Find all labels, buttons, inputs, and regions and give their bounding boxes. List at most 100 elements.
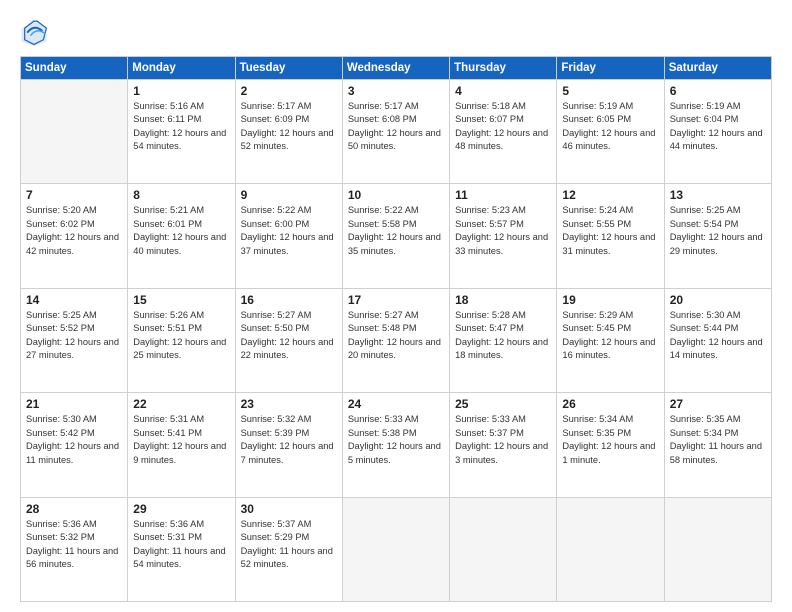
day-number: 28: [26, 502, 122, 516]
day-number: 5: [562, 84, 658, 98]
day-cell: 14 Sunrise: 5:25 AM Sunset: 5:52 PM Dayli…: [21, 288, 128, 392]
day-cell: [557, 497, 664, 601]
day-number: 9: [241, 188, 337, 202]
day-info: Sunrise: 5:31 AM Sunset: 5:41 PM Dayligh…: [133, 413, 229, 467]
day-cell: 11 Sunrise: 5:23 AM Sunset: 5:57 PM Dayli…: [450, 184, 557, 288]
day-number: 12: [562, 188, 658, 202]
day-number: 14: [26, 293, 122, 307]
day-cell: 19 Sunrise: 5:29 AM Sunset: 5:45 PM Dayli…: [557, 288, 664, 392]
day-cell: 29 Sunrise: 5:36 AM Sunset: 5:31 PM Dayli…: [128, 497, 235, 601]
day-number: 17: [348, 293, 444, 307]
day-number: 13: [670, 188, 766, 202]
day-info: Sunrise: 5:33 AM Sunset: 5:37 PM Dayligh…: [455, 413, 551, 467]
logo-icon: [20, 18, 48, 46]
day-cell: 16 Sunrise: 5:27 AM Sunset: 5:50 PM Dayli…: [235, 288, 342, 392]
day-info: Sunrise: 5:27 AM Sunset: 5:48 PM Dayligh…: [348, 309, 444, 363]
day-number: 20: [670, 293, 766, 307]
day-cell: 18 Sunrise: 5:28 AM Sunset: 5:47 PM Dayli…: [450, 288, 557, 392]
day-cell: 7 Sunrise: 5:20 AM Sunset: 6:02 PM Daylig…: [21, 184, 128, 288]
day-info: Sunrise: 5:22 AM Sunset: 6:00 PM Dayligh…: [241, 204, 337, 258]
day-info: Sunrise: 5:36 AM Sunset: 5:32 PM Dayligh…: [26, 518, 122, 572]
day-info: Sunrise: 5:32 AM Sunset: 5:39 PM Dayligh…: [241, 413, 337, 467]
day-cell: 3Sunrise: 5:17 AM Sunset: 6:08 PM Daylig…: [342, 80, 449, 184]
weekday-header-thursday: Thursday: [450, 57, 557, 80]
day-cell: 23 Sunrise: 5:32 AM Sunset: 5:39 PM Dayli…: [235, 393, 342, 497]
header: [20, 18, 772, 46]
day-cell: 12 Sunrise: 5:24 AM Sunset: 5:55 PM Dayli…: [557, 184, 664, 288]
day-cell: 1 Sunrise: 5:16 AM Sunset: 6:11 PM Daylig…: [128, 80, 235, 184]
day-number: 16: [241, 293, 337, 307]
day-cell: 27Sunrise: 5:35 AM Sunset: 5:34 PM Dayli…: [664, 393, 771, 497]
weekday-header-row: SundayMondayTuesdayWednesdayThursdayFrid…: [21, 57, 772, 80]
day-info: Sunrise: 5:16 AM Sunset: 6:11 PM Dayligh…: [133, 100, 229, 154]
day-number: 4: [455, 84, 551, 98]
day-cell: 17 Sunrise: 5:27 AM Sunset: 5:48 PM Dayli…: [342, 288, 449, 392]
day-info: Sunrise: 5:29 AM Sunset: 5:45 PM Dayligh…: [562, 309, 658, 363]
week-row-4: 28 Sunrise: 5:36 AM Sunset: 5:32 PM Dayli…: [21, 497, 772, 601]
day-info: Sunrise: 5:36 AM Sunset: 5:31 PM Dayligh…: [133, 518, 229, 572]
day-number: 21: [26, 397, 122, 411]
day-info: Sunrise: 5:26 AM Sunset: 5:51 PM Dayligh…: [133, 309, 229, 363]
day-cell: 24Sunrise: 5:33 AM Sunset: 5:38 PM Dayli…: [342, 393, 449, 497]
week-row-1: 7 Sunrise: 5:20 AM Sunset: 6:02 PM Daylig…: [21, 184, 772, 288]
day-number: 23: [241, 397, 337, 411]
day-info: Sunrise: 5:25 AM Sunset: 5:54 PM Dayligh…: [670, 204, 766, 258]
weekday-header-wednesday: Wednesday: [342, 57, 449, 80]
day-cell: 13 Sunrise: 5:25 AM Sunset: 5:54 PM Dayli…: [664, 184, 771, 288]
weekday-header-monday: Monday: [128, 57, 235, 80]
day-cell: 2 Sunrise: 5:17 AM Sunset: 6:09 PM Daylig…: [235, 80, 342, 184]
day-info: Sunrise: 5:28 AM Sunset: 5:47 PM Dayligh…: [455, 309, 551, 363]
day-number: 29: [133, 502, 229, 516]
day-cell: 6 Sunrise: 5:19 AM Sunset: 6:04 PM Daylig…: [664, 80, 771, 184]
day-info: Sunrise: 5:20 AM Sunset: 6:02 PM Dayligh…: [26, 204, 122, 258]
day-number: 25: [455, 397, 551, 411]
day-info: Sunrise: 5:34 AM Sunset: 5:35 PM Dayligh…: [562, 413, 658, 467]
day-info: Sunrise: 5:30 AM Sunset: 5:42 PM Dayligh…: [26, 413, 122, 467]
day-cell: 10 Sunrise: 5:22 AM Sunset: 5:58 PM Dayli…: [342, 184, 449, 288]
day-number: 2: [241, 84, 337, 98]
day-info: Sunrise: 5:17 AM Sunset: 6:09 PM Dayligh…: [241, 100, 337, 154]
week-row-2: 14 Sunrise: 5:25 AM Sunset: 5:52 PM Dayli…: [21, 288, 772, 392]
day-number: 18: [455, 293, 551, 307]
day-cell: [21, 80, 128, 184]
day-number: 22: [133, 397, 229, 411]
day-cell: [450, 497, 557, 601]
day-info: Sunrise: 5:17 AM Sunset: 6:08 PM Dayligh…: [348, 100, 444, 154]
day-number: 1: [133, 84, 229, 98]
day-info: Sunrise: 5:30 AM Sunset: 5:44 PM Dayligh…: [670, 309, 766, 363]
day-info: Sunrise: 5:19 AM Sunset: 6:04 PM Dayligh…: [670, 100, 766, 154]
logo: [20, 18, 52, 46]
day-cell: 25 Sunrise: 5:33 AM Sunset: 5:37 PM Dayli…: [450, 393, 557, 497]
week-row-3: 21 Sunrise: 5:30 AM Sunset: 5:42 PM Dayli…: [21, 393, 772, 497]
day-info: Sunrise: 5:33 AM Sunset: 5:38 PM Dayligh…: [348, 413, 444, 467]
day-number: 11: [455, 188, 551, 202]
day-info: Sunrise: 5:21 AM Sunset: 6:01 PM Dayligh…: [133, 204, 229, 258]
day-cell: 9 Sunrise: 5:22 AM Sunset: 6:00 PM Daylig…: [235, 184, 342, 288]
calendar: SundayMondayTuesdayWednesdayThursdayFrid…: [20, 56, 772, 602]
day-cell: 21 Sunrise: 5:30 AM Sunset: 5:42 PM Dayli…: [21, 393, 128, 497]
day-cell: 28 Sunrise: 5:36 AM Sunset: 5:32 PM Dayli…: [21, 497, 128, 601]
day-number: 7: [26, 188, 122, 202]
day-cell: 26 Sunrise: 5:34 AM Sunset: 5:35 PM Dayli…: [557, 393, 664, 497]
day-number: 10: [348, 188, 444, 202]
day-info: Sunrise: 5:35 AM Sunset: 5:34 PM Dayligh…: [670, 413, 766, 467]
day-info: Sunrise: 5:19 AM Sunset: 6:05 PM Dayligh…: [562, 100, 658, 154]
day-number: 30: [241, 502, 337, 516]
day-cell: 5 Sunrise: 5:19 AM Sunset: 6:05 PM Daylig…: [557, 80, 664, 184]
day-cell: [342, 497, 449, 601]
day-number: 8: [133, 188, 229, 202]
weekday-header-sunday: Sunday: [21, 57, 128, 80]
day-number: 6: [670, 84, 766, 98]
weekday-header-saturday: Saturday: [664, 57, 771, 80]
day-info: Sunrise: 5:24 AM Sunset: 5:55 PM Dayligh…: [562, 204, 658, 258]
day-info: Sunrise: 5:22 AM Sunset: 5:58 PM Dayligh…: [348, 204, 444, 258]
page: SundayMondayTuesdayWednesdayThursdayFrid…: [0, 0, 792, 612]
day-info: Sunrise: 5:23 AM Sunset: 5:57 PM Dayligh…: [455, 204, 551, 258]
day-number: 19: [562, 293, 658, 307]
day-info: Sunrise: 5:27 AM Sunset: 5:50 PM Dayligh…: [241, 309, 337, 363]
day-info: Sunrise: 5:25 AM Sunset: 5:52 PM Dayligh…: [26, 309, 122, 363]
day-number: 26: [562, 397, 658, 411]
day-info: Sunrise: 5:18 AM Sunset: 6:07 PM Dayligh…: [455, 100, 551, 154]
weekday-header-friday: Friday: [557, 57, 664, 80]
day-cell: 20 Sunrise: 5:30 AM Sunset: 5:44 PM Dayli…: [664, 288, 771, 392]
